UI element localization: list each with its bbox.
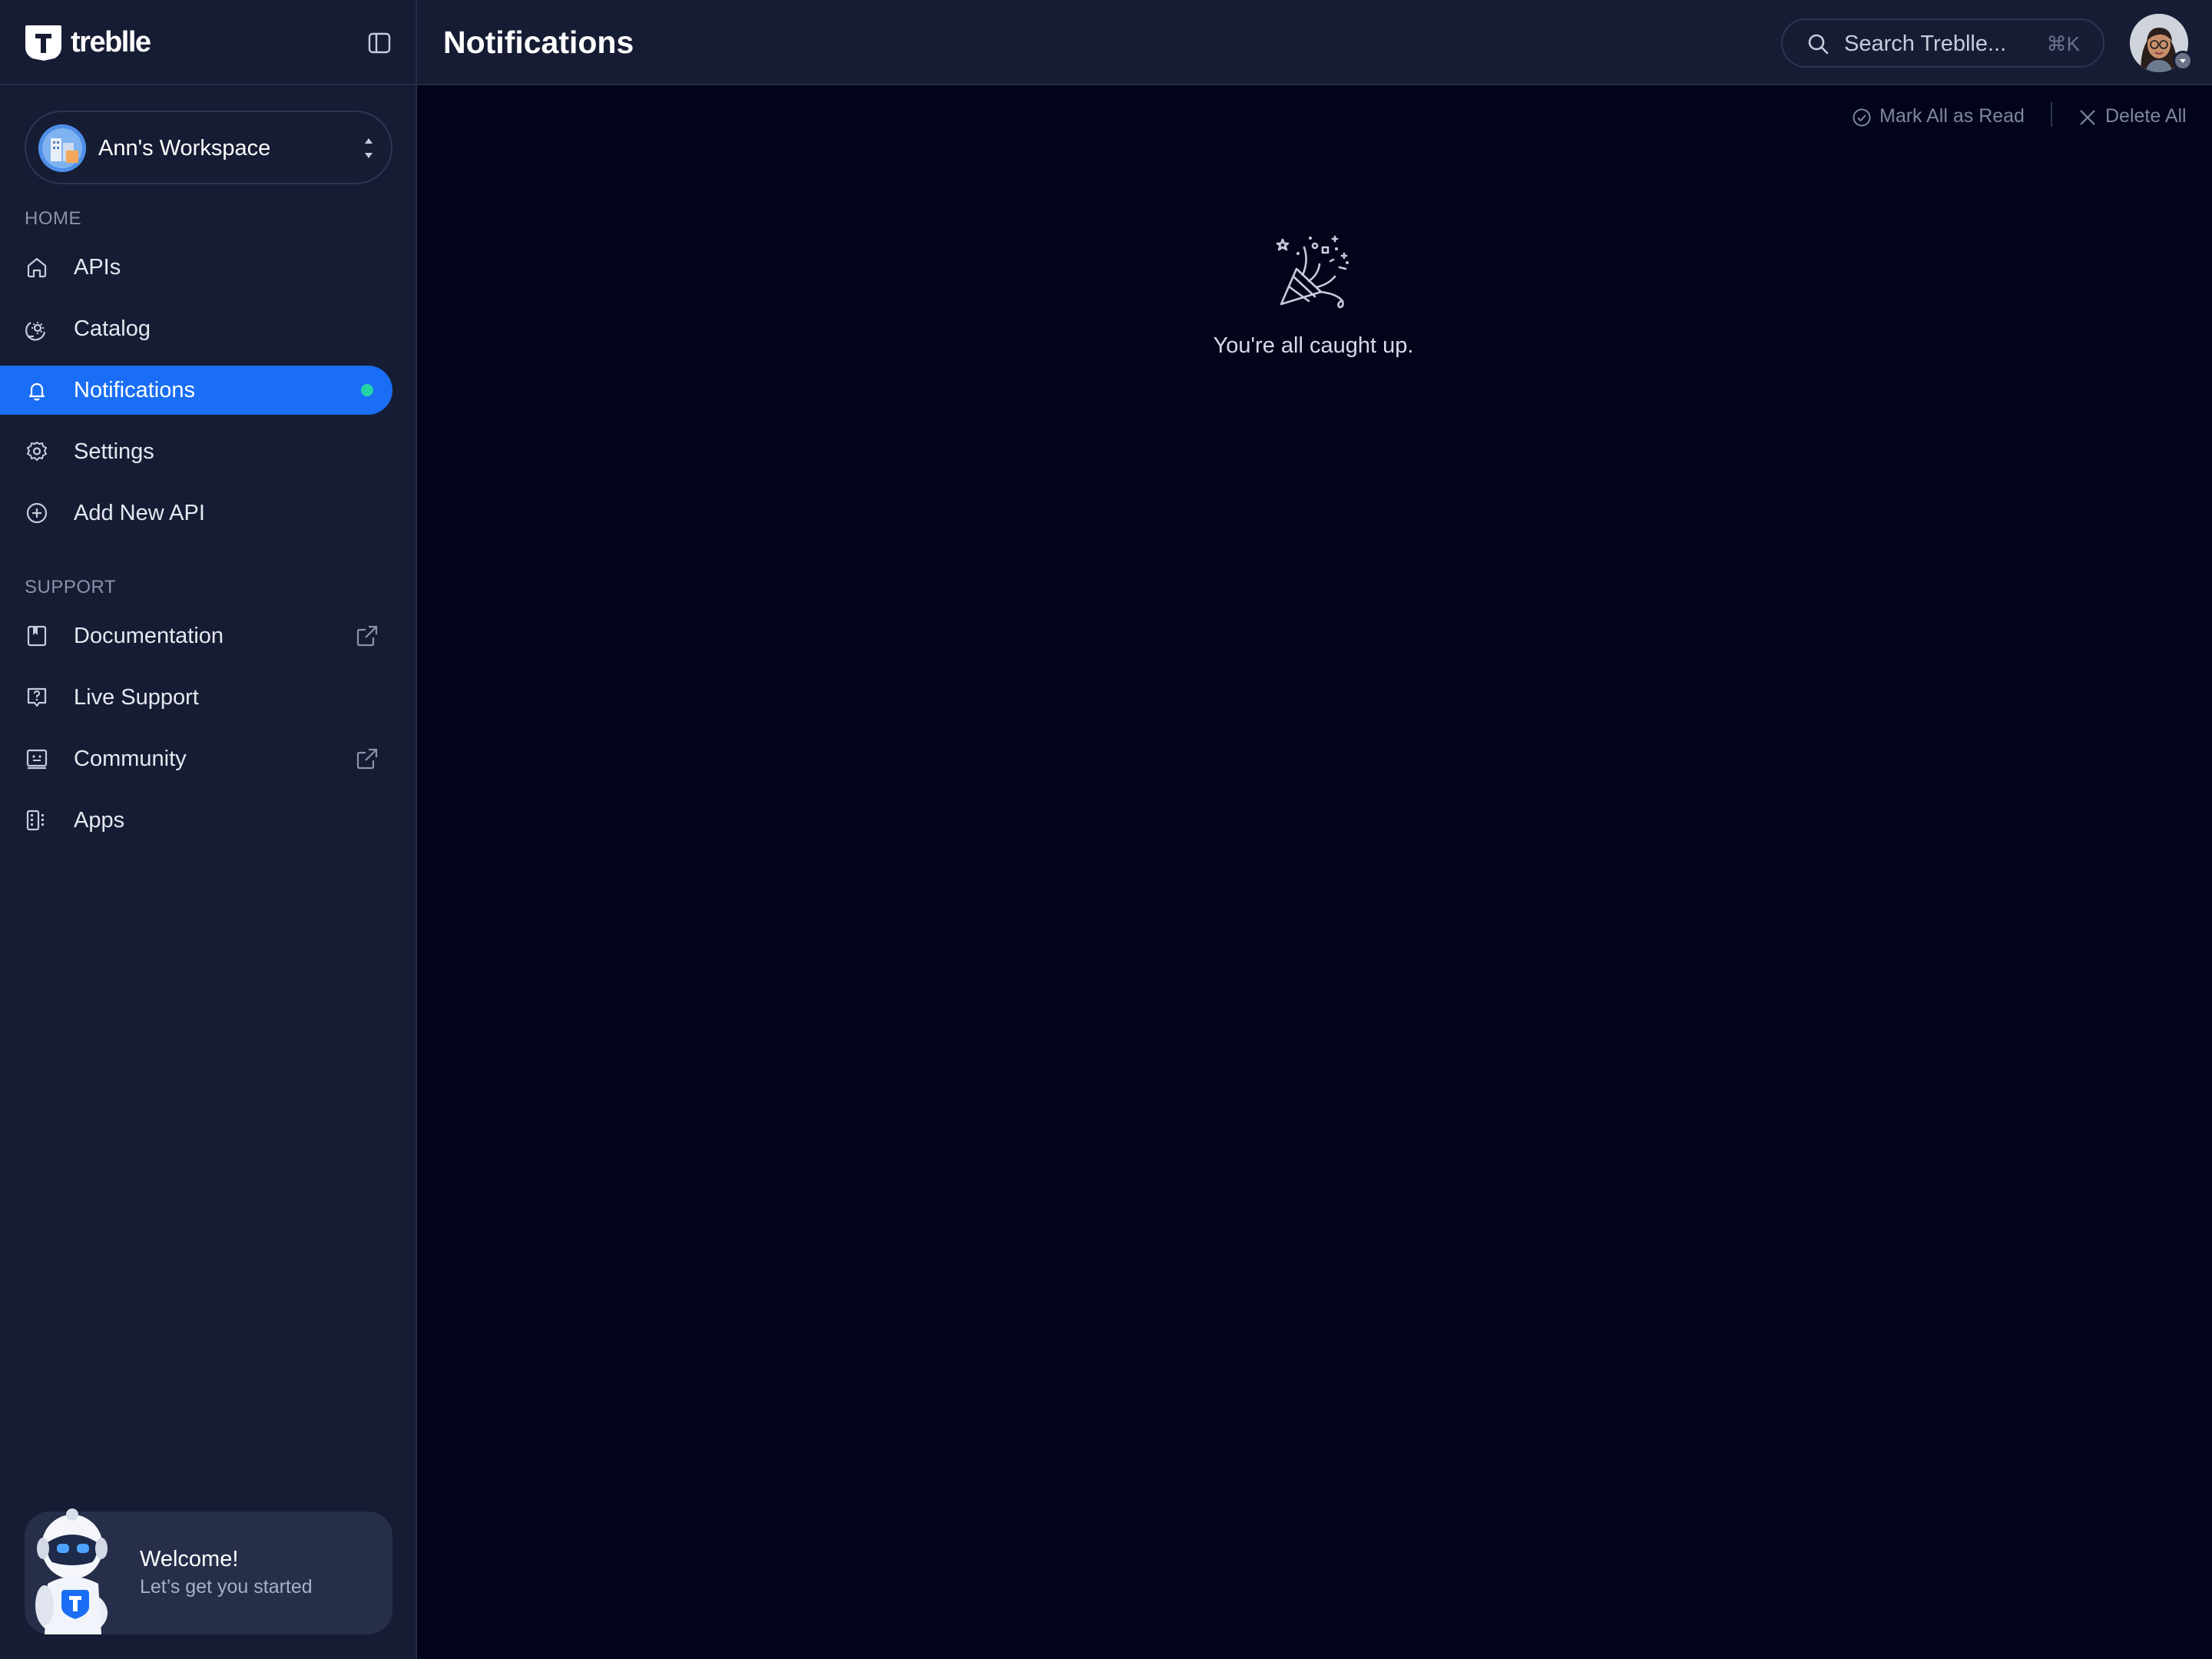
robot-mascot-icon [35, 1508, 108, 1634]
notification-actions: Mark All as Read Delete All [417, 85, 2212, 147]
external-link-icon[interactable] [355, 624, 379, 648]
plus-circle-icon [26, 502, 48, 524]
sidebar-item-notifications[interactable]: Notifications [0, 366, 392, 415]
sidebar-item-label: APIs [74, 255, 121, 280]
empty-state: You're all caught up. [1160, 230, 1467, 369]
collapse-sidebar-icon[interactable] [367, 31, 392, 55]
action-divider [2051, 102, 2052, 127]
sidebar-item-apps[interactable]: Apps [0, 796, 392, 845]
check-circle-icon [1853, 108, 1871, 127]
sidebar-item-add-new-api[interactable]: Add New API [0, 488, 392, 538]
sidebar-item-label: Add New API [74, 501, 205, 525]
party-popper-icon [1276, 235, 1349, 309]
logo-row: treblle [0, 0, 416, 85]
home-icon [27, 257, 47, 278]
sidebar-item-settings[interactable]: Settings [0, 427, 392, 476]
treblle-logo-icon[interactable] [24, 24, 63, 61]
brand-name: treblle [71, 26, 151, 58]
external-link-icon[interactable] [355, 747, 379, 771]
sidebar-item-live-support[interactable]: Live Support [0, 673, 392, 722]
search-icon [1808, 34, 1829, 55]
sidebar-item-label: Apps [74, 808, 125, 833]
bell-icon [28, 382, 45, 401]
page-title: Notifications [443, 25, 634, 60]
welcome-card[interactable]: Welcome! Let’s get you started [25, 1508, 392, 1634]
sidebar-item-catalog[interactable]: Catalog [0, 304, 392, 353]
unread-dot [361, 384, 373, 396]
top-header: Notifications Search Treblle... ⌘K [417, 0, 2212, 85]
sidebar-item-community[interactable]: Community [0, 734, 392, 783]
delete-all-button[interactable]: Delete All [2078, 102, 2193, 130]
community-icon [26, 749, 48, 770]
catalog-icon [25, 322, 46, 341]
search-input[interactable]: Search Treblle... ⌘K [1781, 18, 2104, 68]
sidebar-item-apis[interactable]: APIs [0, 243, 392, 292]
chevron-down-icon[interactable] [2173, 51, 2193, 71]
workspace-avatar [38, 124, 86, 172]
close-icon [2080, 110, 2095, 125]
gear-icon [27, 442, 47, 461]
sidebar-item-label: Notifications [74, 378, 195, 402]
section-label-support: SUPPORT [25, 577, 117, 598]
section-label-home: HOME [25, 208, 81, 229]
sidebar-item-documentation[interactable]: Documentation [0, 611, 392, 661]
book-icon [27, 625, 47, 647]
welcome-subtitle: Let’s get you started [140, 1576, 313, 1598]
mark-all-read-label: Mark All as Read [1879, 105, 2025, 127]
empty-state-message: You're all caught up. [1213, 333, 1414, 358]
delete-all-label: Delete All [2105, 105, 2187, 127]
search-shortcut: ⌘K [2046, 32, 2080, 55]
sidebar-item-label: Live Support [74, 685, 199, 710]
sidebar-item-label: Documentation [74, 624, 224, 648]
sidebar-item-label: Settings [74, 439, 154, 464]
help-chat-icon [27, 687, 47, 707]
workspace-name: Ann's Workspace [98, 136, 271, 161]
welcome-title: Welcome! [140, 1547, 239, 1571]
search-placeholder: Search Treblle... [1844, 31, 2007, 56]
mark-all-read-button[interactable]: Mark All as Read [1852, 102, 2044, 130]
apps-icon [26, 810, 44, 831]
sidebar-item-label: Community [74, 747, 187, 771]
sidebar-item-label: Catalog [74, 316, 151, 341]
workspace-switcher[interactable]: Ann's Workspace [25, 111, 392, 184]
sidebar: treblle Ann's Workspace HOME APIs Catalo… [0, 0, 417, 1659]
chevron-up-down-icon [365, 138, 373, 158]
